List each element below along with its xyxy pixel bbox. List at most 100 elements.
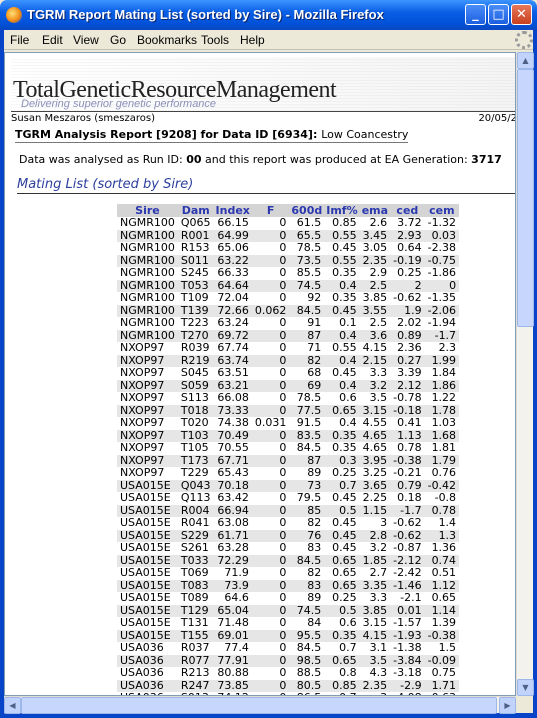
- cell-ema: 2.7: [369, 566, 388, 579]
- mating-table: Sire Dam Index F 600d Imf% ema ced cem NGMR100 Q0…: [117, 204, 460, 695]
- cell-cem: -1.94: [427, 316, 457, 329]
- cell-ced: 0.41: [397, 416, 422, 429]
- cell-sire: NGMR100: [120, 266, 175, 279]
- cell-cem: 1.22: [431, 391, 457, 404]
- table-row: USA015E R041 63.08 0 82 0.45 3 -0.62 1.4: [117, 516, 459, 530]
- table-row: NXOP97 T229 65.43 0 89 0.25 3.25 -0.21 0.76: [117, 466, 459, 480]
- maximize-button[interactable]: □: [488, 4, 509, 25]
- cell-600d: 84: [307, 616, 322, 629]
- cell-dam: T105: [180, 441, 209, 454]
- cell-f: 0: [279, 566, 287, 579]
- table-row: NXOP97 T020 74.38 0.031 91.5 0.4 4.55 0.41 1.03: [117, 416, 459, 430]
- horizontal-scrollbar[interactable]: ◀ ▶: [4, 696, 516, 714]
- cell-cem: -1.35: [427, 291, 457, 304]
- cell-600d: 83: [307, 541, 322, 554]
- report-subtitle: Low Coancestry: [321, 128, 409, 141]
- cell-ema: 2.6: [369, 216, 388, 229]
- scroll-down-button[interactable]: ▼: [517, 679, 534, 696]
- cell-ema: 2.25: [362, 491, 388, 504]
- cell-ced: 3.72: [397, 216, 422, 229]
- cell-cem: 1.84: [431, 366, 457, 379]
- menu-edit[interactable]: Edit: [42, 33, 63, 47]
- menu-tools[interactable]: Tools: [201, 33, 229, 47]
- cell-index: 63.42: [217, 491, 249, 504]
- cell-ced: 0.78: [397, 441, 422, 454]
- cell-imf: 0.6: [339, 391, 357, 404]
- cell-sire: NXOP97: [120, 441, 165, 454]
- cell-dam: R041: [180, 516, 210, 529]
- cell-f: 0: [279, 366, 287, 379]
- cell-imf: 0.6: [339, 616, 357, 629]
- cell-sire: NGMR100: [120, 241, 175, 254]
- menu-help[interactable]: Help: [240, 33, 265, 47]
- cell-600d: 84.5: [296, 641, 322, 654]
- cell-600d: 68: [307, 366, 322, 379]
- cell-600d: 82: [307, 566, 322, 579]
- cell-sire: USA015E: [120, 516, 171, 529]
- table-row: NXOP97 T105 70.55 0 84.5 0.35 4.65 0.78 1.81: [117, 441, 459, 455]
- cell-600d: 88.5: [296, 666, 322, 679]
- cell-f: 0: [279, 216, 287, 229]
- cell-f: 0: [279, 541, 287, 554]
- vertical-scrollbar[interactable]: ▲ ▼: [516, 52, 534, 696]
- cell-dam: T109: [180, 291, 209, 304]
- cell-cem: -1.86: [427, 266, 457, 279]
- cell-ema: 3: [380, 516, 388, 529]
- close-button[interactable]: ✕: [511, 4, 532, 25]
- cell-sire: NXOP97: [120, 416, 165, 429]
- table-row: NXOP97 R039 67.74 0 71 0.55 4.15 2.36 2.3: [117, 341, 459, 355]
- cell-index: 72.04: [217, 291, 249, 304]
- cell-ced: 2.02: [397, 316, 422, 329]
- cell-f: 0: [279, 466, 287, 479]
- table-row: NXOP97 S045 63.51 0 68 0.45 3.3 3.39 1.84: [117, 366, 459, 380]
- horizontal-scroll-thumb[interactable]: [21, 697, 497, 714]
- table-row: NGMR100 T223 63.24 0 91 0.1 2.5 2.02 -1.94: [117, 316, 459, 330]
- table-row: USA015E T069 71.9 0 82 0.65 2.7 -2.42 0.51: [117, 566, 459, 580]
- menu-bookmarks[interactable]: Bookmarks: [137, 33, 197, 47]
- user-name: Susan Meszaros (smeszaros): [11, 113, 156, 124]
- section-title: Mating List (sorted by Sire): [17, 177, 515, 194]
- menu-file[interactable]: File: [10, 33, 29, 47]
- cell-f: 0: [279, 591, 287, 604]
- table-row: NGMR100 R153 65.06 0 78.5 0.45 3.05 0.64 -2.38: [117, 241, 459, 255]
- menu-view[interactable]: View: [73, 33, 99, 47]
- cell-600d: 79.5: [296, 491, 322, 504]
- cell-ced: 0.18: [397, 491, 422, 504]
- menu-go[interactable]: Go: [110, 33, 126, 47]
- scroll-right-button[interactable]: ▶: [499, 697, 516, 714]
- cell-dam: S045: [180, 366, 209, 379]
- cell-sire: NXOP97: [120, 391, 165, 404]
- cell-cem: 2.3: [438, 341, 457, 354]
- cell-cem: 1.36: [431, 541, 457, 554]
- scroll-left-button[interactable]: ◀: [4, 697, 21, 714]
- cell-dam: S245: [180, 266, 209, 279]
- cell-cem: 1.4: [438, 516, 457, 529]
- run-id: 00: [186, 153, 202, 166]
- cell-ced: 0.64: [397, 241, 422, 254]
- cell-dam: T223: [180, 316, 209, 329]
- minimize-button[interactable]: _: [465, 4, 486, 25]
- cell-dam: T020: [180, 416, 209, 429]
- cell-index: 80.88: [217, 666, 249, 679]
- cell-600d: 89: [307, 591, 322, 604]
- cell-sire: USA015E: [120, 566, 171, 579]
- cell-imf: 0.85: [332, 216, 357, 229]
- cell-index: 63.28: [217, 541, 249, 554]
- table-row: NGMR100 S245 66.33 0 85.5 0.35 2.9 0.25 -1.86: [117, 266, 459, 280]
- table-row: USA015E T089 64.6 0 89 0.25 3.3 -2.1 0.65: [117, 591, 459, 605]
- table-row: USA015E Q113 63.42 0 79.5 0.45 2.25 0.18 -0.8: [117, 491, 459, 505]
- scroll-thumb[interactable]: [517, 69, 534, 327]
- run-mid: and this report was produced at EA Gener…: [205, 153, 468, 166]
- cell-600d: 61.5: [296, 216, 322, 229]
- cell-ced: -1.57: [393, 616, 422, 629]
- scroll-up-button[interactable]: ▲: [517, 52, 534, 69]
- page-content: TotalGeneticResourceManagement Deliverin…: [4, 52, 516, 696]
- cell-imf: 0.8: [339, 666, 357, 679]
- cell-sire: USA015E: [120, 491, 171, 504]
- table-row: NGMR100 Q065 66.15 0 61.5 0.85 2.6 3.72 -1.32: [117, 216, 459, 230]
- tgrm-tagline: Delivering superior genetic performance: [21, 98, 217, 110]
- cell-f: 0: [279, 441, 287, 454]
- cell-ema: 3.85: [362, 291, 388, 304]
- cell-600d: 71: [307, 341, 322, 354]
- cell-sire: USA036: [120, 641, 164, 654]
